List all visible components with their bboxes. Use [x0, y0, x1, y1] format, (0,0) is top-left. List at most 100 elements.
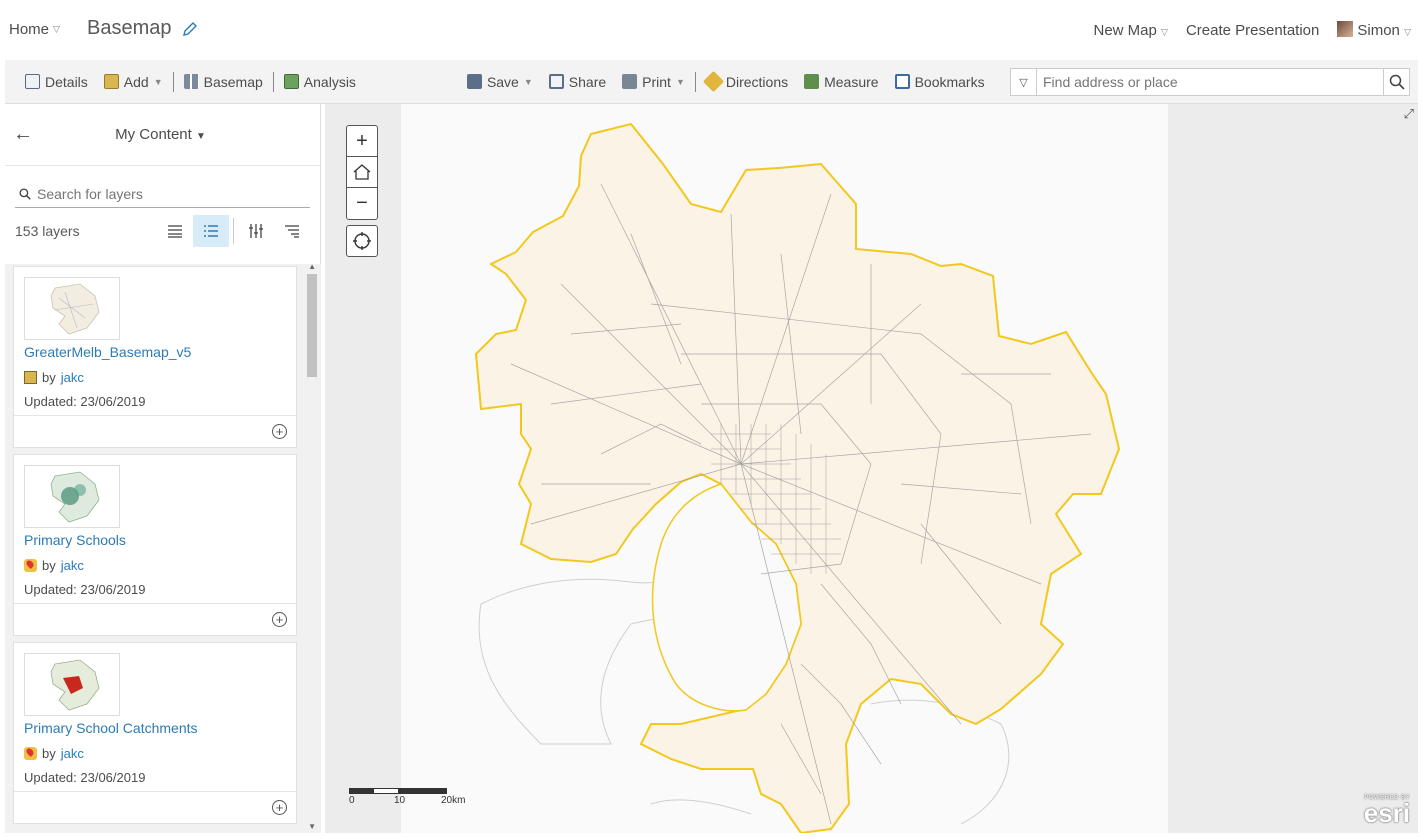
details-label: Details	[45, 73, 88, 90]
printer-icon	[622, 74, 638, 89]
detail-list-icon	[204, 225, 218, 237]
expand-icon[interactable]: ⤢	[1404, 106, 1414, 122]
map-view[interactable]: + − 0 10 20km ⤢ POWERED BY esri	[325, 104, 1418, 833]
esri-logo: POWERED BY esri	[1350, 795, 1410, 828]
pencil-edit-icon[interactable]	[182, 21, 198, 37]
print-button[interactable]: Print ▼	[614, 68, 693, 96]
scroll-up-icon[interactable]: ▲	[308, 264, 316, 271]
layer-list: GreaterMelb_Basemap_v5 by jakc Updated: …	[5, 264, 321, 833]
content-source-label: My Content	[115, 126, 192, 143]
layer-search	[15, 180, 310, 208]
back-arrow-icon[interactable]: ←	[5, 123, 41, 146]
create-presentation-link[interactable]: Create Presentation	[1186, 22, 1319, 39]
owner-link[interactable]: jakc	[61, 558, 84, 573]
measure-icon	[804, 74, 820, 89]
locate-button[interactable]	[346, 225, 378, 257]
list-icon	[168, 225, 182, 238]
save-label: Save	[486, 73, 519, 90]
toolbar-divider	[172, 71, 174, 92]
filter-button[interactable]	[238, 215, 274, 247]
scroll-down-icon[interactable]: ▼	[308, 822, 316, 831]
zoom-in-button[interactable]: +	[347, 126, 377, 157]
owner-link[interactable]: jakc	[61, 746, 84, 761]
add-button[interactable]: Add ▼	[96, 68, 171, 96]
map-toolbar: Details Add ▼ Basemap Analysis Save ▼ Sh…	[5, 60, 1418, 104]
home-extent-button[interactable]	[347, 157, 377, 188]
new-map-label: New Map	[1093, 21, 1157, 39]
scale-label-20: 20km	[441, 795, 466, 806]
esri-wordmark: esri	[1363, 798, 1410, 828]
updated-date: Updated: 23/06/2019	[24, 582, 146, 597]
save-button[interactable]: Save ▼	[459, 68, 541, 96]
content-panel: ← My Content ▼ 153 layers Greater	[5, 104, 321, 833]
feature-layer-icon	[24, 559, 37, 572]
web-map-icon	[24, 371, 37, 384]
scale-bar: 0 10 20km	[349, 788, 479, 808]
layer-search-input[interactable]	[37, 185, 310, 202]
analysis-button[interactable]: Analysis	[276, 68, 364, 96]
zoom-out-button[interactable]: −	[347, 188, 377, 219]
by-label: by	[42, 558, 56, 573]
map-canvas[interactable]	[401, 104, 1168, 833]
details-button[interactable]: Details	[17, 68, 96, 96]
zoom-controls: + −	[346, 125, 378, 220]
share-button[interactable]: Share	[541, 68, 614, 96]
add-label: Add	[123, 73, 149, 90]
sort-button[interactable]	[274, 215, 310, 247]
new-map-menu[interactable]: New Map ▽	[1094, 22, 1168, 39]
layer-title-link[interactable]: Primary Schools	[24, 532, 126, 548]
address-search: ▽	[1010, 68, 1410, 96]
layer-owner: by jakc	[24, 370, 84, 385]
add-layer-button[interactable]: +	[272, 424, 287, 439]
home-label: Home	[9, 21, 50, 38]
bookmarks-label: Bookmarks	[914, 73, 985, 90]
chevron-down-icon: ▽	[53, 24, 60, 34]
add-icon	[103, 74, 119, 89]
link-icon	[548, 74, 564, 89]
chevron-down-icon: ▽	[1161, 26, 1168, 37]
add-layer-button[interactable]: +	[272, 612, 287, 627]
panel-header: ← My Content ▼	[5, 104, 320, 166]
search-icon	[19, 187, 31, 200]
content-source-dropdown[interactable]: My Content ▼	[41, 126, 320, 143]
sliders-icon	[249, 224, 263, 238]
list-item: Primary Schools by jakc Updated: 23/06/2…	[13, 454, 297, 636]
chevron-down-icon: ▽	[1404, 27, 1411, 37]
home-menu[interactable]: Home ▽	[9, 21, 60, 38]
list-item: Primary School Catchments by jakc Update…	[13, 642, 297, 824]
user-menu[interactable]: Simon ▽	[1337, 21, 1411, 39]
address-search-input[interactable]	[1037, 74, 1383, 90]
basemap-button[interactable]: Basemap	[176, 68, 271, 96]
scale-label-10: 10	[394, 795, 406, 806]
layer-thumbnail	[24, 465, 120, 528]
search-button[interactable]	[1383, 69, 1409, 95]
details-icon	[25, 74, 40, 89]
layer-count: 153 layers	[15, 223, 80, 239]
bookmarks-button[interactable]: Bookmarks	[887, 68, 993, 96]
user-name: Simon	[1357, 22, 1400, 39]
owner-link[interactable]: jakc	[61, 370, 84, 385]
basemap-label: Basemap	[203, 73, 263, 90]
locate-icon	[353, 232, 371, 250]
save-icon	[466, 74, 482, 89]
scrollbar-thumb[interactable]	[307, 274, 317, 377]
feature-layer-icon	[24, 747, 37, 760]
detail-list-view-button[interactable]	[193, 215, 229, 247]
caret-down-icon: ▼	[153, 76, 163, 87]
card-footer: +	[14, 603, 296, 635]
layer-title-link[interactable]: GreaterMelb_Basemap_v5	[24, 344, 191, 360]
list-view-button[interactable]	[157, 215, 193, 247]
measure-button[interactable]: Measure	[796, 68, 886, 96]
by-label: by	[42, 746, 56, 761]
add-layer-button[interactable]: +	[272, 800, 287, 815]
search-source-dropdown[interactable]: ▽	[1011, 69, 1037, 95]
directions-button[interactable]: Directions	[698, 68, 796, 96]
print-label: Print	[642, 73, 671, 90]
layer-title-link[interactable]: Primary School Catchments	[24, 720, 198, 736]
map-title-text: Basemap	[87, 17, 172, 39]
sort-icon	[285, 225, 299, 238]
directions-label: Directions	[725, 73, 789, 90]
analysis-label: Analysis	[303, 73, 356, 90]
layer-thumbnail	[24, 653, 120, 716]
analysis-icon	[283, 74, 299, 89]
